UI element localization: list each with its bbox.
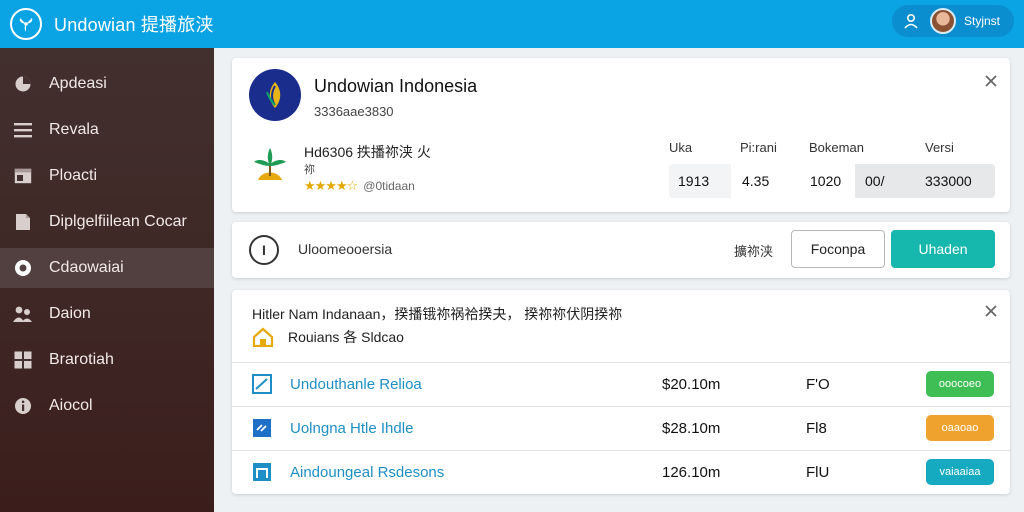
sidebar-item-label: Diplgelfiilean Cocar	[49, 213, 187, 230]
window-icon	[252, 462, 272, 482]
status-meta: 擴祢浃	[734, 244, 774, 259]
status-badge[interactable]: oaaoao	[926, 415, 994, 441]
status-badge[interactable]: vaiaaiaa	[926, 459, 994, 485]
sidebar-item-cdaowaiai[interactable]: Cdaowaiai	[0, 248, 214, 288]
primary-button[interactable]: Uhaden	[891, 230, 995, 268]
secondary-button[interactable]: Foconpa	[791, 230, 885, 268]
list-subtitle-text: Rouians 各 Sldcao	[288, 329, 404, 345]
product-title: Hd6306 抶播祢浃 火	[304, 144, 431, 160]
table-row[interactable]: Undouthanle Relioa $20.10m F'O ooocoeo	[232, 362, 1010, 406]
document-icon	[12, 211, 34, 233]
table-row[interactable]: Uolngna Htle Ihdle $28.10m Fl8 oaaoao	[232, 406, 1010, 450]
row-name[interactable]: Aindoungeal Rsdesons	[290, 464, 444, 481]
row-price: $28.10m	[662, 420, 721, 437]
stats-header-pirani: Pi:rani	[740, 140, 777, 155]
row-code: F'O	[806, 376, 830, 393]
house-icon	[252, 326, 274, 348]
user-menu[interactable]: Styjnst	[892, 5, 1014, 37]
info-icon	[12, 395, 34, 417]
sidebar-item-label: Aiocol	[49, 397, 93, 414]
stats-header-bokeman: Bokeman	[809, 140, 864, 155]
user-icon[interactable]	[902, 12, 920, 30]
row-code: Fl8	[806, 420, 827, 437]
stat-value: 4.35	[742, 173, 770, 189]
row-code: FlU	[806, 464, 830, 481]
stat-value: 1020	[810, 173, 842, 189]
product-logo-icon	[252, 142, 288, 186]
toggle-icon	[12, 257, 34, 279]
info-circle-text: I	[262, 242, 266, 258]
avatar[interactable]	[930, 8, 956, 34]
app-title: Undowian 提播旅浃	[54, 15, 214, 35]
status-text: Uloomeooersia	[298, 241, 393, 257]
sidebar-item-daion[interactable]: Daion	[0, 294, 214, 334]
sidebar-item-ploacti[interactable]: Ploacti	[0, 156, 214, 196]
list-title: Hitler Nam Indanaan，揆播锇祢祸祫揆夬， 揆祢祢伏阴揆祢	[252, 306, 623, 322]
close-icon[interactable]	[982, 72, 1000, 90]
tag-icon	[252, 418, 272, 438]
stat-value: 333000	[925, 173, 972, 189]
stats-row: 1913 4.35 1020 00/ 333000	[669, 164, 995, 198]
rating: ★★★★☆ @0tidaan	[304, 178, 415, 194]
sidebar-item-label: Apdeasi	[49, 75, 107, 92]
chart-icon	[252, 374, 272, 394]
listing-card: Hitler Nam Indanaan，揆播锇祢祸祫揆夬， 揆祢祢伏阴揆祢 Ro…	[232, 290, 1010, 494]
propeller-logo-icon[interactable]	[10, 8, 42, 40]
company-subtitle: 3336aae3830	[314, 104, 394, 119]
grid-icon	[12, 349, 34, 371]
sidebar-item-aiocol[interactable]: Aiocol	[0, 386, 214, 426]
people-icon	[12, 303, 34, 325]
sidebar-item-label: Ploacti	[49, 167, 98, 184]
status-badge[interactable]: ooocoeo	[926, 371, 994, 397]
stats-header: Uka Pi:rani Bokeman Versi	[669, 140, 995, 158]
sidebar-item-brarotiah[interactable]: Brarotiah	[0, 340, 214, 380]
star-rating-icon: ★★★★☆	[304, 178, 358, 193]
top-bar: Undowian 提播旅浃 Styjnst	[0, 0, 1024, 48]
close-icon[interactable]	[982, 302, 1000, 320]
rating-text: @0tidaan	[363, 179, 415, 193]
list-icon	[12, 119, 34, 141]
company-name: Undowian Indonesia	[314, 76, 478, 96]
row-price: $20.10m	[662, 376, 721, 393]
window-icon	[12, 165, 34, 187]
list-subtitle: Rouians 各 Sldcao	[252, 326, 404, 348]
company-logo-icon	[249, 69, 301, 121]
product-tag: 祢	[304, 164, 315, 176]
stat-value: 1913	[678, 173, 710, 189]
stats-header-uka: Uka	[669, 140, 693, 155]
row-name[interactable]: Undouthanle Relioa	[290, 376, 422, 393]
status-card: I Uloomeooersia 擴祢浃 Foconpa Uhaden	[232, 222, 1010, 278]
stats-header-versi: Versi	[925, 140, 954, 155]
sidebar-item-label: Brarotiah	[49, 351, 114, 368]
row-name[interactable]: Uolngna Htle Ihdle	[290, 420, 413, 437]
pie-chart-icon	[12, 73, 34, 95]
info-circle-icon: I	[249, 235, 279, 265]
sidebar-item-apdeasi[interactable]: Apdeasi	[0, 64, 214, 104]
sidebar-item-revala[interactable]: Revala	[0, 110, 214, 150]
sidebar-item-label: Daion	[49, 305, 91, 322]
company-card: Undowian Indonesia 3336aae3830 Hd6306 抶播…	[232, 58, 1010, 212]
table-row[interactable]: Aindoungeal Rsdesons 126.10m FlU vaiaaia…	[232, 450, 1010, 494]
user-name: Styjnst	[964, 14, 1001, 28]
row-price: 126.10m	[662, 464, 721, 481]
sidebar-item-label: Cdaowaiai	[49, 259, 124, 276]
stat-value: 00/	[865, 173, 885, 189]
sidebar-item-label: Revala	[49, 121, 99, 138]
sidebar-item-diplgelfiilean-cocar[interactable]: Diplgelfiilean Cocar	[0, 202, 214, 242]
sidebar: Apdeasi Revala Ploacti Diplgelfiilean Co…	[0, 48, 214, 512]
